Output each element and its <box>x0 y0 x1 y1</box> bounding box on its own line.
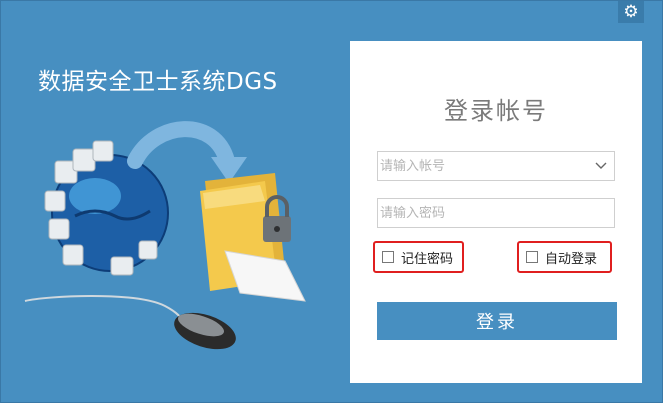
password-input[interactable] <box>378 198 614 228</box>
auto-login-checkbox[interactable]: 自动登录 <box>517 241 612 273</box>
login-button[interactable]: 登录 <box>377 302 617 340</box>
remember-password-checkbox[interactable]: 记住密码 <box>373 241 464 273</box>
checkbox-icon[interactable] <box>526 251 538 263</box>
password-field[interactable] <box>377 198 615 228</box>
settings-button[interactable]: ⚙ <box>618 1 644 23</box>
account-input[interactable] <box>378 151 588 181</box>
checkbox-icon[interactable] <box>382 251 394 263</box>
login-window: ⚙ 数据安全卫士系统DGS 登录帐号 请输入帐号 记住密码 自动登录 登录 <box>0 0 663 403</box>
gear-icon: ⚙ <box>623 2 639 22</box>
account-field[interactable] <box>377 151 615 181</box>
login-heading: 登录帐号 <box>444 97 548 125</box>
auto-login-label: 自动登录 <box>545 251 598 267</box>
remember-password-label: 记住密码 <box>401 251 454 267</box>
chevron-down-icon[interactable] <box>588 152 614 180</box>
security-illustration <box>24 121 306 350</box>
app-title: 数据安全卫士系统DGS <box>38 69 278 95</box>
login-panel: 登录帐号 记住密码 自动登录 登录 <box>350 41 642 383</box>
